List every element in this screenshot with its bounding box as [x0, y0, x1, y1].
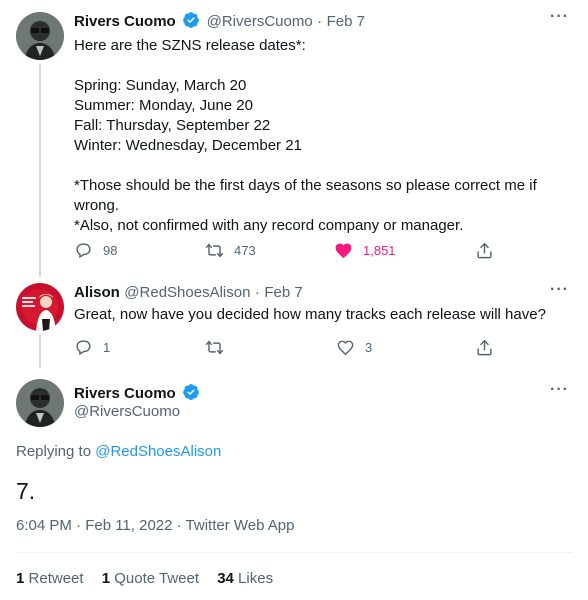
likes-stat[interactable]: 34 Likes [217, 570, 273, 587]
retweet-button[interactable]: 473 [205, 241, 256, 260]
thread-connector [39, 335, 41, 368]
retweets-count: 1 [16, 570, 25, 587]
like-button[interactable]: 1,851 [334, 241, 396, 260]
tweet-timestamp[interactable]: 6:04 PM · Feb 11, 2022 · Twitter Web App [16, 517, 294, 534]
like-button[interactable]: 3 [336, 338, 372, 357]
replying-to-handle[interactable]: @RedShoesAlison [95, 443, 221, 460]
like-count: 3 [365, 340, 373, 355]
quotes-stat[interactable]: 1 Quote Tweet [102, 570, 203, 587]
replying-to-prefix: Replying to [16, 443, 92, 460]
retweet-button[interactable] [205, 338, 234, 357]
tweet-date[interactable]: Feb 7 [327, 13, 365, 30]
likes-count: 34 [217, 570, 234, 587]
share-button[interactable] [475, 241, 494, 260]
like-count: 1,851 [363, 243, 396, 258]
avatar[interactable] [16, 283, 64, 331]
replying-to: Replying to @RedShoesAlison [16, 443, 221, 460]
tweet-stats: 1 Retweet 1 Quote Tweet 34 Likes [16, 570, 273, 587]
more-icon[interactable]: ··· [550, 381, 569, 399]
quotes-count: 1 [101, 570, 111, 587]
like-icon [337, 340, 354, 356]
author-handle[interactable]: @RiversCuomo [207, 13, 313, 30]
quotes-label: Quote Tweet [114, 570, 200, 587]
share-icon [477, 243, 492, 259]
retweets-label: Retweet [28, 570, 84, 587]
tweet-header: Rivers Cuomo @RiversCuomo · Feb 7 [74, 11, 365, 31]
thread-connector [39, 64, 41, 277]
tweet-text: Great, now have you decided how many tra… [74, 306, 546, 323]
tweet-text: Here are the SZNS release dates*: Spring… [74, 37, 537, 234]
main-tweet-author: Rivers Cuomo [74, 383, 202, 403]
reply-icon [76, 340, 91, 356]
share-icon [477, 340, 492, 356]
separator: · [254, 284, 260, 301]
reply-button[interactable]: 1 [74, 338, 110, 357]
reply-count: 1 [103, 340, 111, 355]
retweet-count: 473 [234, 243, 256, 258]
tweet-header: Alison @RedShoesAlison · Feb 7 [74, 284, 303, 302]
retweet-icon [205, 243, 224, 258]
author-handle[interactable]: @RedShoesAlison [124, 284, 250, 301]
divider [16, 552, 572, 553]
separator: · [317, 13, 323, 30]
avatar[interactable] [16, 12, 64, 60]
main-tweet-text: 7. [16, 478, 36, 504]
more-icon[interactable]: ··· [550, 8, 569, 26]
tweet-date[interactable]: Feb 7 [264, 284, 302, 301]
retweet-icon [205, 340, 224, 355]
author-name[interactable]: Alison [74, 284, 120, 301]
share-button[interactable] [475, 338, 494, 357]
likes-label: Likes [238, 570, 274, 587]
author-name[interactable]: Rivers Cuomo [74, 13, 176, 30]
reply-button[interactable]: 98 [74, 241, 117, 260]
author-handle[interactable]: @RiversCuomo [74, 403, 180, 420]
author-name[interactable]: Rivers Cuomo [74, 385, 176, 402]
like-icon [335, 243, 352, 259]
reply-icon [76, 243, 91, 259]
more-icon[interactable]: ··· [550, 281, 569, 299]
avatar[interactable] [16, 379, 64, 427]
reply-count: 98 [103, 243, 118, 258]
retweets-stat[interactable]: 1 Retweet [16, 570, 88, 587]
verified-badge-icon [182, 11, 200, 29]
verified-badge-icon [182, 383, 200, 401]
